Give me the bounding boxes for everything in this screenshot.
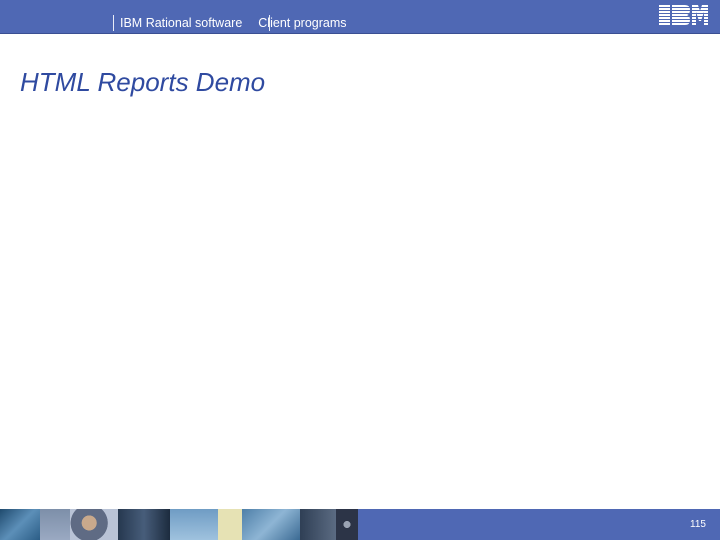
page-number: 115: [690, 519, 706, 530]
footer-photo: [40, 509, 70, 540]
footer-band: 115: [358, 509, 720, 540]
footer-photo: [70, 509, 118, 540]
footer-photo: [118, 509, 170, 540]
header-divider-middle: [269, 15, 270, 31]
header-product: IBM Rational software: [120, 16, 243, 30]
footer-photo: [300, 509, 336, 540]
header-title: IBM Rational software Client programs: [120, 15, 347, 31]
footer-photo: [170, 509, 218, 540]
header-section: Client programs: [258, 16, 347, 30]
header-divider-left: [113, 15, 114, 31]
slide-title: HTML Reports Demo: [20, 67, 266, 97]
footer-photo: [218, 509, 242, 540]
footer-photo-strip: [0, 509, 358, 540]
footer-photo: [336, 509, 358, 540]
slide: IBM Rational software Client programs HT…: [0, 0, 720, 540]
header-bar: IBM Rational software Client programs: [0, 0, 720, 34]
footer-photo: [0, 509, 40, 540]
ibm-logo: [659, 5, 708, 25]
footer: 115: [0, 509, 720, 540]
footer-photo: [242, 509, 300, 540]
